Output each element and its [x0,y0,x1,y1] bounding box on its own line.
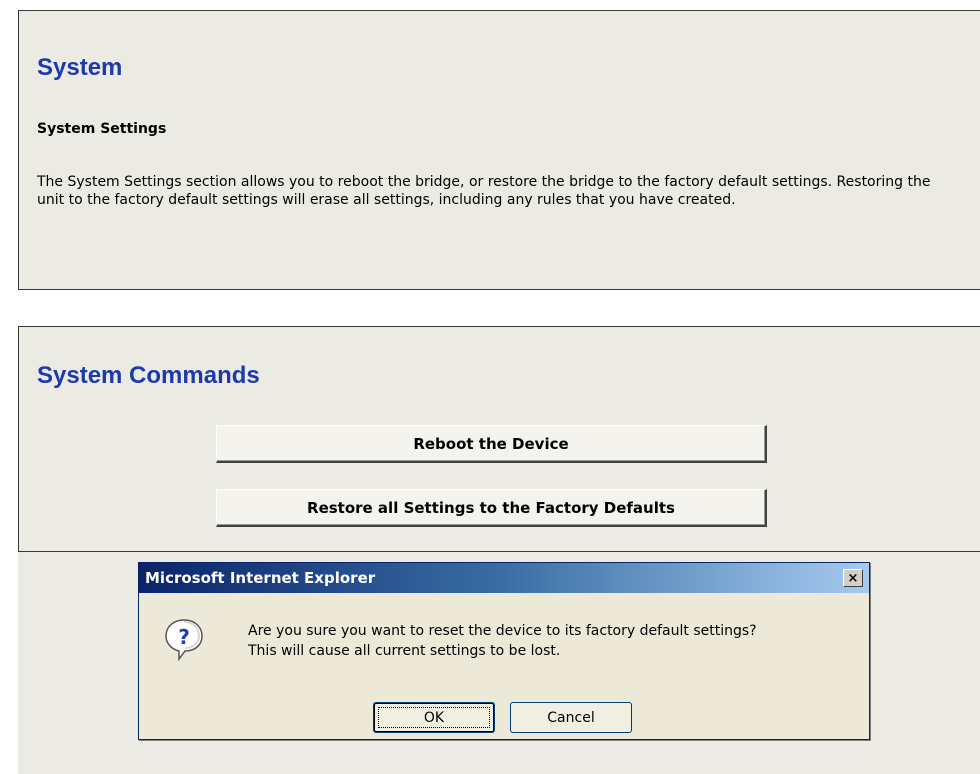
svg-text:?: ? [178,625,190,649]
dialog-titlebar: Microsoft Internet Explorer × [139,563,869,593]
restore-factory-defaults-button[interactable]: Restore all Settings to the Factory Defa… [216,489,767,527]
system-commands-panel: System Commands Reboot the Device Restor… [18,326,980,552]
close-icon[interactable]: × [843,569,863,587]
cancel-button[interactable]: Cancel [510,702,632,733]
dialog-message-line-1: Are you sure you want to reset the devic… [248,623,757,639]
dialog-message: Are you sure you want to reset the devic… [248,621,757,661]
system-settings-description: The System Settings section allows you t… [37,174,931,208]
system-commands-title: System Commands [37,362,260,389]
dialog-message-line-2: This will cause all current settings to … [248,643,561,659]
reboot-device-button[interactable]: Reboot the Device [216,425,767,463]
focus-ring [378,707,490,728]
cancel-button-label: Cancel [547,709,595,726]
confirm-dialog: Microsoft Internet Explorer × ? Are you … [138,562,870,740]
system-panel: System System Settings The System Settin… [18,10,980,290]
system-settings-heading: System Settings [37,121,167,137]
question-icon: ? [165,619,203,662]
system-title: System [37,54,123,81]
ok-button[interactable]: OK [373,702,495,733]
dialog-title: Microsoft Internet Explorer [145,569,376,587]
